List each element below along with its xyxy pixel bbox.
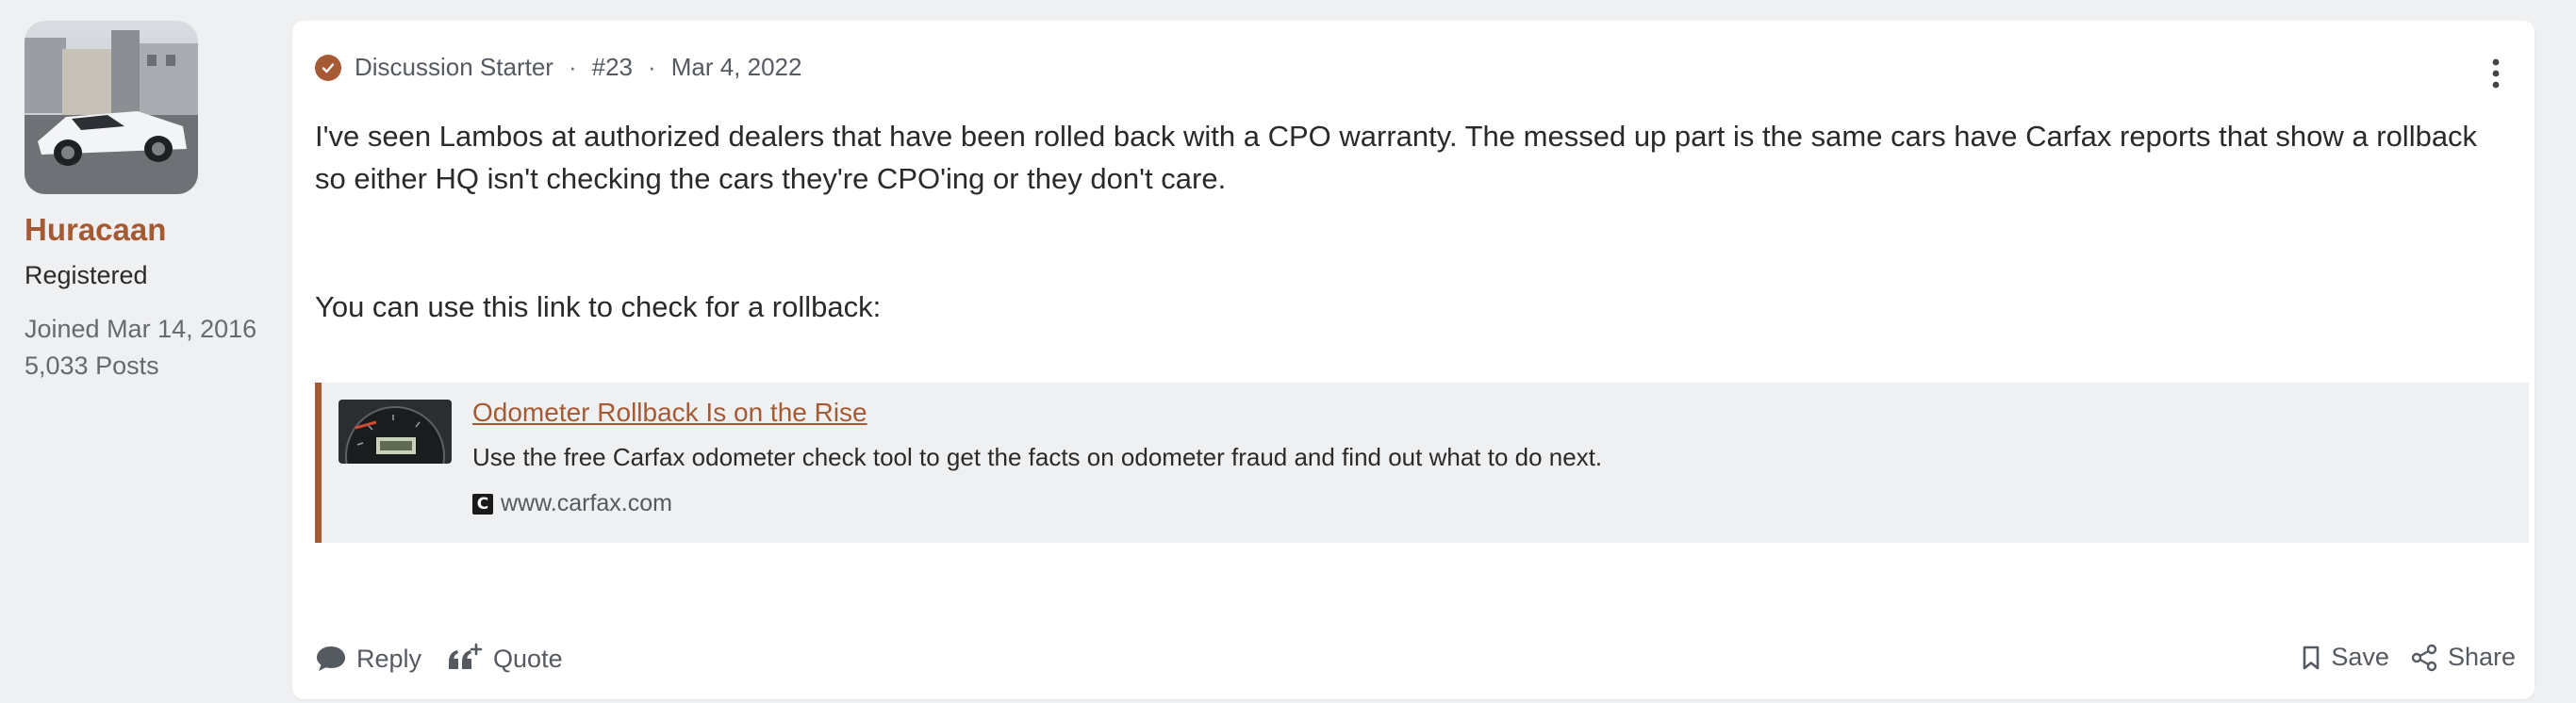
avatar[interactable] [25, 21, 198, 194]
user-title: Registered [25, 260, 148, 289]
post-date[interactable]: Mar 4, 2022 [671, 53, 802, 82]
bookmark-icon [2304, 646, 2320, 669]
separator: · [648, 53, 656, 81]
link-preview[interactable]: Odometer Rollback Is on the Rise Use the… [315, 383, 2529, 543]
post-count: 5,033 Posts [25, 351, 159, 380]
post-paragraph: I've seen Lambos at authorized dealers t… [315, 120, 2478, 195]
share-button[interactable]: Share [2410, 643, 2516, 672]
user-info: Huracaan Registered Joined Mar 14, 2016 … [25, 21, 270, 384]
separator: · [568, 53, 577, 81]
post-actions-right: Save Share [2301, 643, 2516, 672]
carfax-favicon-icon: C [472, 493, 493, 515]
share-label: Share [2447, 643, 2516, 671]
joined-date: Joined Mar 14, 2016 [25, 314, 257, 343]
user-stats: Joined Mar 14, 2016 5,033 Posts [25, 311, 270, 384]
link-preview-source[interactable]: C www.carfax.com [472, 490, 672, 517]
check-badge-icon [315, 54, 341, 81]
post-number[interactable]: #23 [592, 53, 633, 82]
link-preview-thumbnail[interactable] [339, 400, 452, 464]
post-body: I've seen Lambos at authorized dealers t… [315, 115, 2512, 328]
link-preview-description: Use the free Carfax odometer check tool … [472, 443, 1603, 471]
save-label: Save [2331, 643, 2389, 671]
post-actions-left: Reply Quote [315, 643, 563, 675]
quote-plus-icon [449, 643, 483, 669]
post-container: Huracaan Registered Joined Mar 14, 2016 … [0, 0, 2576, 703]
reply-button[interactable]: Reply [315, 645, 421, 674]
discussion-starter-label: Discussion Starter [355, 53, 553, 81]
post-paragraph: You can use this link to check for a rol… [315, 290, 882, 323]
quote-label: Quote [493, 644, 563, 673]
quote-button[interactable]: Quote [446, 643, 563, 675]
save-button[interactable]: Save [2301, 643, 2389, 672]
post-header: Discussion Starter · #23 · Mar 4, 2022 [315, 53, 801, 82]
link-preview-title[interactable]: Odometer Rollback Is on the Rise [472, 398, 867, 428]
post-card: Discussion Starter · #23 · Mar 4, 2022 I… [292, 21, 2535, 699]
kebab-menu-icon[interactable] [2489, 55, 2502, 92]
speech-bubble-icon [317, 646, 345, 671]
link-preview-domain: www.carfax.com [501, 490, 672, 516]
reply-label: Reply [356, 644, 422, 673]
username[interactable]: Huracaan [25, 211, 270, 249]
share-icon [2411, 644, 2437, 671]
